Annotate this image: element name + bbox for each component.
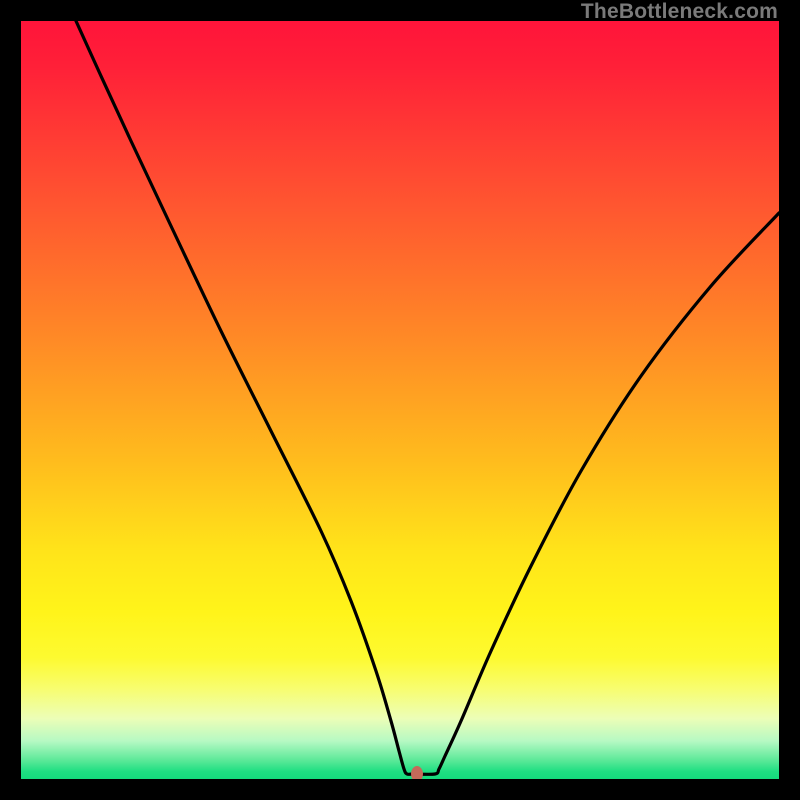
- minimum-marker: [411, 766, 423, 779]
- bottleneck-curve: [21, 21, 779, 779]
- chart-frame: TheBottleneck.com: [0, 0, 800, 800]
- curve-path: [76, 21, 779, 774]
- plot-area: [21, 21, 779, 779]
